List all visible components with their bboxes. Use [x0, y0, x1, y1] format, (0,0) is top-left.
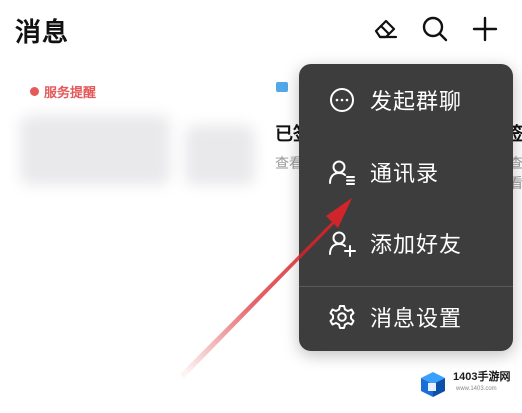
menu-divider [299, 286, 513, 287]
menu-item-message-settings[interactable]: 消息设置 [299, 289, 513, 345]
blurred-card-left [20, 115, 170, 185]
search-icon[interactable] [418, 12, 452, 46]
dot-icon [30, 87, 39, 96]
service-reminder-tag: 服务提醒 [30, 82, 96, 101]
chat-bubble-icon [327, 85, 357, 115]
menu-item-label: 添加好友 [370, 233, 463, 258]
menu-item-add-friend[interactable]: 添加好友 [299, 215, 513, 271]
menu-item-start-group-chat[interactable]: 发起群聊 [299, 72, 513, 128]
plus-icon[interactable] [468, 12, 502, 46]
watermark-logo: 1403手游网 www.1403.com [418, 362, 518, 406]
watermark-text: 1403手游网 [453, 371, 511, 383]
menu-item-label: 发起群聊 [370, 90, 463, 115]
add-friend-icon [327, 228, 357, 258]
contacts-icon [327, 157, 357, 187]
page-title: 消息 [15, 18, 70, 48]
cube-logo-icon [421, 372, 445, 397]
eraser-icon[interactable] [368, 12, 402, 46]
blurred-card-mid [185, 125, 255, 185]
menu-item-contacts[interactable]: 通讯录 [299, 144, 513, 200]
menu-item-label: 通讯录 [370, 162, 440, 187]
top-bar: 消息 [0, 0, 522, 60]
blue-tag-icon [276, 82, 288, 92]
menu-item-label: 消息设置 [370, 307, 463, 332]
gear-icon [327, 302, 357, 332]
watermark-url: www.1403.com [456, 386, 497, 392]
plus-dropdown-menu: 发起群聊 通讯录 添加好友 消息设置 [299, 64, 513, 351]
